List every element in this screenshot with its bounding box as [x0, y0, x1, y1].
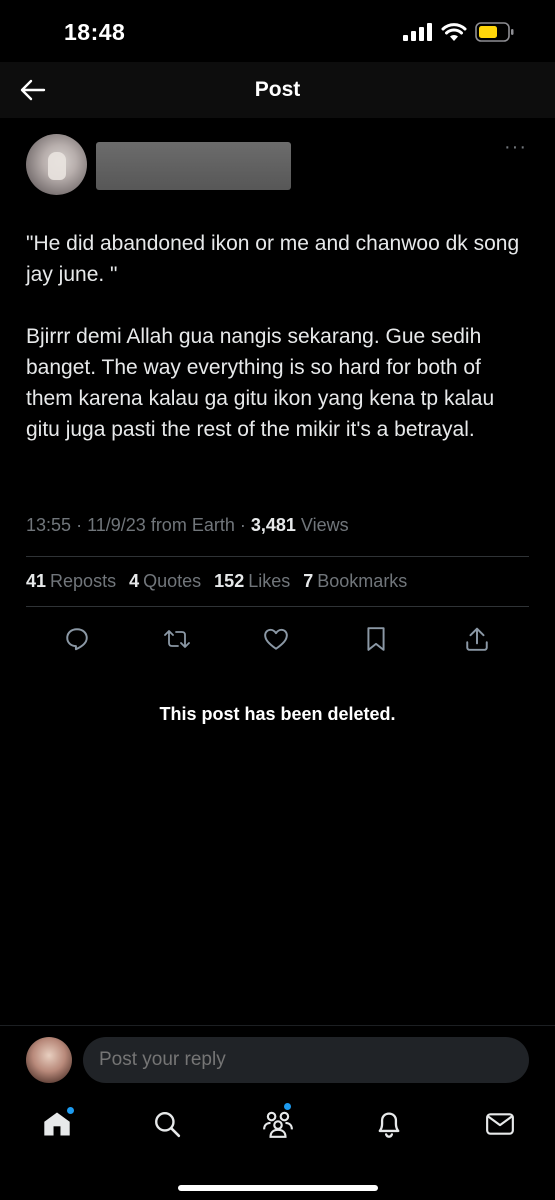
author-name-redacted	[96, 142, 291, 190]
author-avatar[interactable]	[26, 134, 87, 195]
divider	[26, 606, 529, 607]
like-button[interactable]	[261, 624, 291, 654]
battery-icon	[475, 22, 515, 47]
divider	[26, 556, 529, 557]
repost-icon	[164, 630, 190, 648]
post-actions	[26, 624, 529, 654]
home-icon	[44, 1112, 70, 1136]
cellular-signal-icon	[403, 23, 433, 46]
tab-messages[interactable]	[483, 1107, 517, 1141]
status-time: 18:48	[64, 19, 126, 45]
post-date: 11/9/23	[87, 515, 146, 535]
views-count: 3,481	[250, 515, 296, 535]
post-meta: 13:55 · 11/9/23 from Earth · 3,481 Views	[26, 515, 349, 535]
tab-communities[interactable]	[261, 1103, 295, 1141]
deleted-notice: This post has been deleted.	[159, 704, 396, 724]
communities-icon	[263, 1111, 293, 1138]
post-time: 13:55	[26, 515, 72, 535]
bookmark-icon	[367, 627, 385, 651]
repost-button[interactable]	[162, 624, 192, 654]
post-text: "He did abandoned ikon or me and chanwoo…	[26, 228, 529, 476]
notification-dot	[284, 1103, 291, 1110]
notifications-icon	[378, 1112, 400, 1138]
views-label: Views	[300, 515, 349, 535]
home-indicator	[178, 1185, 378, 1191]
bottom-tab-bar	[0, 1095, 555, 1200]
tab-search[interactable]	[150, 1107, 184, 1141]
user-avatar[interactable]	[26, 1037, 72, 1083]
tab-notifications[interactable]	[372, 1107, 406, 1141]
reply-button[interactable]	[62, 624, 92, 654]
top-nav: Post	[0, 62, 555, 118]
messages-icon	[486, 1113, 514, 1135]
reposts-stat[interactable]: 41 Reposts	[26, 571, 116, 591]
status-bar: 18:48	[0, 0, 555, 62]
status-icons	[403, 22, 515, 47]
more-options-button[interactable]: ···	[504, 137, 527, 157]
wifi-icon	[441, 22, 467, 47]
likes-stat[interactable]: 152 Likes	[214, 571, 290, 591]
post-stats: 41 Reposts 4 Quotes 152 Likes 7 Bookmarks	[26, 571, 529, 592]
quotes-stat[interactable]: 4 Quotes	[129, 571, 201, 591]
notification-dot	[67, 1107, 74, 1114]
reply-icon	[66, 628, 88, 651]
tab-home[interactable]	[40, 1107, 74, 1141]
post-source: from Earth	[150, 515, 235, 535]
post-paragraph: "He did abandoned ikon or me and chanwoo…	[26, 232, 520, 286]
bookmarks-stat[interactable]: 7 Bookmarks	[303, 571, 407, 591]
bookmark-button[interactable]	[361, 624, 391, 654]
reply-input[interactable]	[83, 1037, 529, 1083]
page-title: Post	[254, 78, 301, 101]
post-paragraph: Bjirrr demi Allah gua nangis sekarang. G…	[26, 325, 495, 441]
share-icon	[466, 627, 488, 651]
search-icon	[155, 1112, 181, 1138]
reply-bar	[0, 1025, 555, 1095]
share-button[interactable]	[462, 624, 492, 654]
like-icon	[264, 628, 288, 650]
post-author: ···	[26, 134, 529, 196]
